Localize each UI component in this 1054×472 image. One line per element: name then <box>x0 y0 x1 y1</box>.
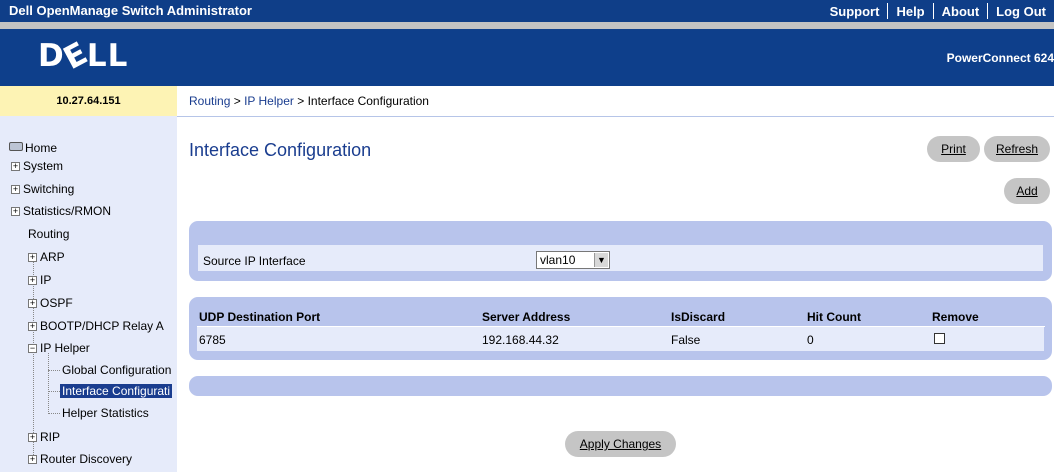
tree-line <box>48 391 60 392</box>
sidebar-item-label: BOOTP/DHCP Relay A <box>40 319 164 333</box>
sidebar-item-label: Global Configuration <box>62 363 172 377</box>
top-links: Support Help About Log Out <box>822 0 1054 22</box>
sidebar-item-label: RIP <box>40 430 61 444</box>
sidebar-item-label: System <box>23 159 64 173</box>
logout-link[interactable]: Log Out <box>988 4 1054 19</box>
logo-band: DELL PowerConnect 624 <box>0 29 1054 86</box>
sidebar-item-routing[interactable]: Routing <box>28 227 69 241</box>
source-ip-select[interactable]: vlan10 ▼ <box>536 251 610 269</box>
cell-server-address: 192.168.44.32 <box>482 333 559 347</box>
app-title: Dell OpenManage Switch Administrator <box>9 3 252 18</box>
remove-checkbox[interactable] <box>934 333 945 344</box>
sidebar-item-system[interactable]: + System <box>11 159 63 173</box>
sidebar-item-label: ARP <box>40 250 65 264</box>
sidebar-item-interface-configuration[interactable]: Interface Configurati <box>60 384 173 398</box>
page-title: Interface Configuration <box>189 140 372 160</box>
sidebar-item-router-discovery[interactable]: + Router Discovery <box>28 452 132 466</box>
sidebar-item-global-configuration[interactable]: Global Configuration <box>62 363 171 377</box>
source-ip-value: vlan10 <box>540 253 576 267</box>
sidebar-item-label: Interface Configurati <box>62 384 171 398</box>
breadcrumb-ip-helper[interactable]: IP Helper <box>244 94 294 108</box>
table-body <box>197 326 1044 351</box>
sidebar-item-ospf[interactable]: + OSPF <box>28 296 73 310</box>
switch-ip-address: 10.27.64.151 <box>0 86 177 116</box>
sidebar-item-ip[interactable]: + IP <box>28 273 51 287</box>
table-header-divider <box>197 326 1045 327</box>
expand-icon[interactable]: + <box>28 276 37 285</box>
expand-icon[interactable]: + <box>28 299 37 308</box>
column-header-udp-port: UDP Destination Port <box>199 310 321 324</box>
expand-icon[interactable]: + <box>28 253 37 262</box>
sidebar-item-switching[interactable]: + Switching <box>11 182 74 196</box>
breadcrumb-routing[interactable]: Routing <box>189 94 230 108</box>
column-header-remove: Remove <box>932 310 979 324</box>
sidebar-item-statistics[interactable]: + Statistics/RMON <box>11 204 111 218</box>
column-header-hit-count: Hit Count <box>807 310 861 324</box>
sidebar-item-ip-helper[interactable]: − IP Helper <box>28 341 90 355</box>
collapse-icon[interactable]: − <box>28 344 37 353</box>
breadcrumb-separator: > <box>230 94 245 108</box>
breadcrumb-current: Interface Configuration <box>307 94 429 108</box>
apply-changes-button[interactable]: Apply Changes <box>565 431 676 457</box>
sidebar-item-label: Statistics/RMON <box>23 204 112 218</box>
expand-icon[interactable]: + <box>28 433 37 442</box>
sidebar-item-helper-statistics[interactable]: Helper Statistics <box>62 406 149 420</box>
sidebar-item-rip[interactable]: + RIP <box>28 430 60 444</box>
tree-line <box>33 261 34 455</box>
sidebar-item-label: OSPF <box>40 296 73 310</box>
cell-hit-count: 0 <box>807 333 814 347</box>
top-bar-inner: Dell OpenManage Switch Administrator Sup… <box>0 0 1054 22</box>
panel-body <box>198 245 1043 271</box>
tree-line <box>48 370 60 371</box>
expand-icon[interactable]: + <box>28 455 37 464</box>
sidebar-item-label: Routing <box>28 227 70 241</box>
help-link[interactable]: Help <box>888 4 932 19</box>
about-link[interactable]: About <box>934 4 988 19</box>
refresh-button[interactable]: Refresh <box>984 136 1050 162</box>
sidebar-item-label: Router Discovery <box>40 452 133 466</box>
expand-icon[interactable]: + <box>11 185 20 194</box>
tree-line <box>48 413 60 414</box>
top-bar: Dell OpenManage Switch Administrator Sup… <box>0 0 1054 29</box>
sidebar-item-arp[interactable]: + ARP <box>28 250 65 264</box>
expand-icon[interactable]: + <box>28 322 37 331</box>
cell-udp-port: 6785 <box>199 333 226 347</box>
support-link[interactable]: Support <box>822 4 888 19</box>
cell-isdiscard: False <box>671 333 701 347</box>
source-ip-label: Source IP Interface <box>203 254 306 268</box>
sidebar-item-label: Home <box>25 141 58 155</box>
footer-panel <box>189 376 1052 396</box>
sidebar-item-label: Switching <box>23 182 75 196</box>
sidebar-item-label: IP <box>40 273 52 287</box>
expand-icon[interactable]: + <box>11 162 20 171</box>
breadcrumb-separator: > <box>293 94 308 108</box>
breadcrumb: Routing > IP Helper > Interface Configur… <box>189 94 429 108</box>
expand-icon[interactable]: + <box>11 207 20 216</box>
dell-logo: DELL <box>38 34 129 78</box>
print-button[interactable]: Print <box>927 136 980 162</box>
sidebar-item-label: Helper Statistics <box>62 406 149 420</box>
add-button[interactable]: Add <box>1004 178 1050 204</box>
model-name: PowerConnect 624 <box>946 51 1054 65</box>
sidebar-nav: Home + System + Switching + Statistics/RMON… <box>0 116 177 472</box>
source-ip-panel <box>189 221 1052 281</box>
sidebar-item-home[interactable]: Home <box>9 141 57 155</box>
chevron-down-icon[interactable]: ▼ <box>594 253 608 267</box>
helper-table-panel <box>189 297 1052 360</box>
column-header-isdiscard: IsDiscard <box>671 310 726 324</box>
sidebar-item-label: IP Helper <box>40 341 90 355</box>
tree-line <box>48 353 49 414</box>
sidebar-item-bootp[interactable]: + BOOTP/DHCP Relay A <box>28 319 164 333</box>
breadcrumb-row: Routing > IP Helper > Interface Configur… <box>177 86 1054 117</box>
column-header-server-address: Server Address <box>482 310 571 324</box>
home-icon <box>9 142 23 151</box>
